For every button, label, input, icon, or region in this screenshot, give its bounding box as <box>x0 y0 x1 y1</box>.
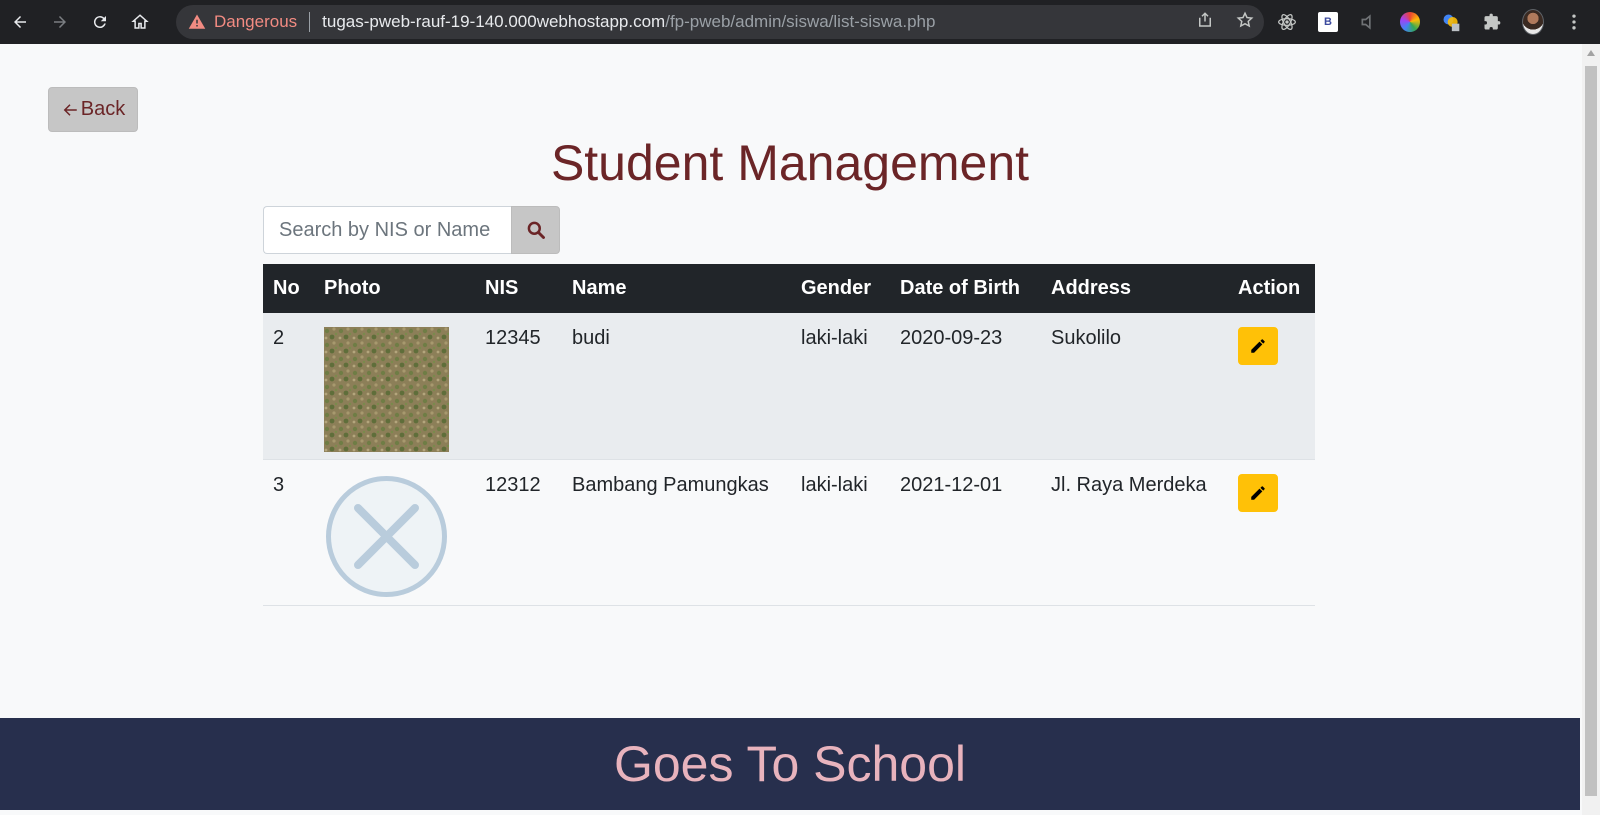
table-row: 3 12312 Bambang Pamungkas laki-laki 2021… <box>263 459 1315 605</box>
header-name: Name <box>572 277 627 299</box>
header-nis: NIS <box>485 277 519 299</box>
cell-nis: 12312 <box>485 473 541 496</box>
reload-icon[interactable] <box>80 0 120 44</box>
extensions-puzzle-icon[interactable] <box>1481 11 1503 33</box>
share-icon[interactable] <box>1196 11 1214 34</box>
address-bar[interactable]: Dangerous tugas-pweb-rauf-19-140.000webh… <box>176 5 1264 39</box>
header-action: Action <box>1238 277 1301 299</box>
header-dob: Date of Birth <box>900 277 1020 299</box>
search-icon <box>527 221 545 239</box>
edit-button[interactable] <box>1238 327 1278 365</box>
google-lens-icon[interactable] <box>1440 11 1462 33</box>
page-title: Student Management <box>550 135 1030 191</box>
page-scrollbar[interactable] <box>1582 44 1600 815</box>
cell-action <box>1228 313 1315 459</box>
cell-gender: laki-laki <box>801 473 868 496</box>
back-button[interactable]: Back <box>48 87 138 132</box>
left-arrow-icon <box>63 103 77 116</box>
missing-image-icon <box>326 475 447 597</box>
cell-no: 3 <box>273 473 285 496</box>
url-path: /fp-pweb/admin/siswa/list-siswa.php <box>665 12 936 31</box>
chrome-menu-icon[interactable] <box>1563 11 1585 33</box>
footer: Goes To School <box>0 718 1580 810</box>
cell-photo <box>314 313 475 459</box>
url-text[interactable]: tugas-pweb-rauf-19-140.000webhostapp.com… <box>322 12 935 32</box>
pencil-icon <box>1251 485 1265 500</box>
cell-nis: 12345 <box>485 327 541 349</box>
bookmark-star-icon[interactable] <box>1236 10 1254 34</box>
back-arrow-icon[interactable] <box>0 0 40 44</box>
header-no: No <box>273 277 300 299</box>
browser-toolbar: Dangerous tugas-pweb-rauf-19-140.000webh… <box>0 0 1600 44</box>
cell-photo <box>314 459 475 605</box>
cell-action <box>1228 459 1315 605</box>
cell-address: Jl. Raya Merdeka <box>1051 473 1207 496</box>
home-icon[interactable] <box>120 0 160 44</box>
url-host: tugas-pweb-rauf-19-140.000webhostapp.com <box>322 12 666 31</box>
react-devtools-icon[interactable] <box>1276 11 1298 33</box>
color-picker-icon[interactable] <box>1399 11 1421 33</box>
header-address: Address <box>1051 277 1132 299</box>
omnibox-divider <box>309 12 311 32</box>
security-status[interactable]: Dangerous <box>214 12 297 32</box>
warning-icon <box>188 13 206 31</box>
search-input[interactable] <box>263 206 511 254</box>
extensions-area: B <box>1276 0 1585 44</box>
scroll-thumb[interactable] <box>1585 66 1597 796</box>
cell-no: 2 <box>273 327 285 349</box>
table-header-row: No Photo NIS Name Gender Date of Birth A… <box>263 264 1315 313</box>
page-content: Back Student Management No Photo NIS Nam… <box>0 44 1580 815</box>
table-row: 2 12345 budi laki-laki 2020-09-23 Sukoli… <box>263 313 1315 459</box>
cell-dob: 2021-12-01 <box>900 473 1003 496</box>
scroll-up-arrow-icon[interactable] <box>1587 50 1595 56</box>
cell-dob: 2020-09-23 <box>900 327 1003 349</box>
header-gender: Gender <box>801 277 872 299</box>
students-table: No Photo NIS Name Gender Date of Birth A… <box>263 264 1315 606</box>
search-form <box>263 206 560 254</box>
cell-gender: laki-laki <box>801 327 868 349</box>
mute-tab-icon[interactable] <box>1358 11 1380 33</box>
cell-address: Sukolilo <box>1051 327 1122 349</box>
search-button[interactable] <box>511 206 560 254</box>
footer-brand: Goes To School <box>613 736 967 792</box>
cell-name: budi <box>572 327 610 349</box>
edit-button[interactable] <box>1238 473 1278 512</box>
pencil-icon <box>1251 339 1265 353</box>
profile-avatar[interactable] <box>1522 9 1544 35</box>
bootstrap-extension-icon[interactable]: B <box>1317 11 1339 33</box>
back-button-label: Back <box>80 98 126 120</box>
forward-arrow-icon[interactable] <box>40 0 80 44</box>
student-photo-grass <box>324 327 449 452</box>
cell-name: Bambang Pamungkas <box>572 473 769 496</box>
header-photo: Photo <box>324 277 381 299</box>
